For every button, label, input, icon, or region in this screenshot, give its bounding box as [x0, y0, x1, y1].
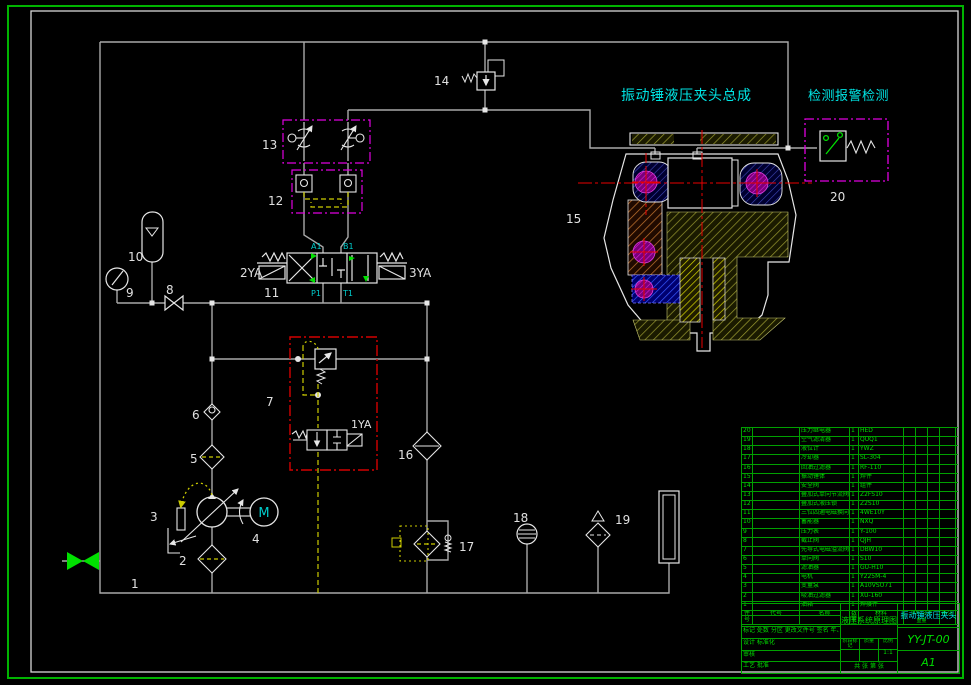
title-block-middle: 液压系统原理图 阶段标记 质量 比例 1:1 共 张 第 张	[841, 604, 898, 673]
item-label: 14	[434, 74, 449, 88]
item-label: 10	[128, 250, 143, 264]
accumulator-10: 10	[128, 211, 164, 264]
parts-row: 10 蓄能器 1 NXQ	[741, 518, 958, 528]
parts-row: 11 三位四通电磁换向阀 1 4WE10Y	[741, 509, 958, 519]
parts-row: 14 安全阀 1 组件	[741, 481, 958, 491]
cad-canvas: 14 13 12 2YA 3YA 11 A1 B1 P1 T1 9 10 8 1…	[0, 0, 971, 685]
scale-value: 1:1	[883, 649, 893, 656]
parts-row: 12 叠加式液压锁 1 Z2S10	[741, 500, 958, 510]
doc-name: 液压系统原理图	[841, 604, 897, 639]
scale-label: 比例	[882, 639, 893, 644]
parts-row: 2 吸油过滤器 1 XU-160	[741, 591, 958, 601]
solenoid-label: 3YA	[409, 266, 432, 280]
motor-letter: M	[258, 506, 269, 521]
clamp-assembly-15: 15	[566, 130, 812, 352]
pressure-gauge-9: 9	[105, 267, 134, 300]
item-label: 3	[150, 510, 158, 524]
item-label: 13	[262, 138, 277, 152]
stop-valve-8: 8	[164, 283, 184, 312]
port-label: P1	[311, 289, 321, 298]
port-label: A1	[311, 242, 322, 251]
parts-list-table: 20 压力继电器 1 HED 19 空气滤清器 1 QUQ1 18 液位计 1 YWZ 17 冷却器 1 SL…	[741, 427, 958, 625]
parts-row: 13 叠加式单向节流阀 1 Z2FS10	[741, 490, 958, 501]
parts-row: 3 变量泵 1 A10VSO71	[741, 582, 958, 592]
parts-row: 5 滤油器 1 GU-H10	[741, 564, 958, 574]
parts-row: 16 回油过滤器 1 RF-110	[741, 463, 958, 473]
item-label: 20	[830, 190, 845, 204]
level-gauge-18: 18	[513, 511, 538, 545]
relief-valve-14: 14	[434, 59, 505, 91]
item-label: 12	[268, 194, 283, 208]
directional-valve-11: 2YA 3YA 11 A1 B1 P1 T1	[240, 242, 432, 300]
item-label: 6	[192, 408, 200, 422]
sheet-size: A1	[921, 655, 936, 669]
item-label: 18	[513, 511, 528, 525]
drawing-number: YY-JT-00	[898, 628, 959, 651]
item-label: 17	[459, 540, 474, 554]
parts-row: 9 压力表 1 Y-100	[741, 527, 958, 537]
pressure-switch-20: 20	[804, 118, 889, 204]
item-label: 8	[166, 283, 174, 297]
title-block: 标记 处数 分区 更改文件号 签名 年、月、日 设计 标准化 审核 工艺 批准 …	[741, 603, 960, 674]
item-label: 15	[566, 212, 581, 226]
parts-rows: 20 压力继电器 1 HED 19 空气滤清器 1 QUQ1 18 液位计 1 YWZ 17 冷却器 1 SL…	[741, 427, 958, 610]
filter-5: 5	[190, 444, 225, 470]
item-label: 11	[264, 286, 279, 300]
parts-row: 6 单向阀 1 S10	[741, 554, 958, 565]
air-breather-19: 19	[585, 510, 630, 548]
item-label: 7	[266, 395, 274, 409]
detect-title: 检测报警检测	[808, 88, 889, 104]
item-label: 4	[252, 532, 260, 546]
assembly-title: 振动锤液压夹头总成	[621, 88, 752, 104]
solenoid-label: 1YA	[351, 418, 372, 431]
flow-arrows	[309, 253, 369, 283]
parts-row: 20 压力继电器 1 HED	[741, 427, 958, 437]
parts-row: 4 电机 1 Y225M-4	[741, 573, 958, 583]
solenoid-label: 2YA	[240, 266, 263, 280]
tank-label: 1	[131, 577, 139, 591]
item-label: 2	[179, 554, 187, 568]
sheet-count: 共 张 第 张	[854, 663, 884, 670]
suction-filter-2: 2	[179, 544, 227, 574]
drain-valve	[67, 552, 99, 570]
item-label: 19	[615, 513, 630, 527]
bypass-filter-17: 17	[391, 525, 474, 562]
mass-label: 质量	[860, 639, 879, 649]
item-label: 5	[190, 452, 198, 466]
pipe-lines	[62, 41, 817, 594]
parts-row: 19 空气滤清器 1 QUQ1	[741, 436, 958, 446]
parts-row: 7 先导式电磁溢流阀 1 DBW10	[741, 545, 958, 555]
check-valve-6: 6	[192, 403, 221, 422]
parts-row: 15 振动锤体 1 焊件	[741, 472, 958, 482]
item-label: 9	[126, 286, 134, 300]
title-block-right: 振动锤液压夹头 YY-JT-00 A1	[898, 604, 959, 673]
return-filter-16: 16	[398, 431, 442, 462]
title-block-revisions: 标记 处数 分区 更改文件号 签名 年、月、日 设计 标准化 审核 工艺 批准	[742, 604, 841, 673]
unload-relief-7: 1YA 7	[266, 336, 378, 593]
tank-column	[658, 490, 680, 564]
motor-4: M 4	[237, 497, 279, 546]
throttle-pair-13: 13	[262, 119, 371, 164]
stage-label: 阶段标记	[841, 639, 860, 649]
product-name: 振动锤液压夹头	[898, 604, 959, 628]
port-label: T1	[342, 289, 353, 298]
parts-row: 17 冷却器 1 SL-304	[741, 454, 958, 464]
parts-row: 8 截止阀 1 QJH	[741, 536, 958, 546]
port-label: B1	[343, 242, 354, 251]
variable-pump-3: 3	[150, 482, 239, 554]
item-label: 16	[398, 448, 413, 462]
parts-row: 18 液位计 1 YWZ	[741, 445, 958, 455]
